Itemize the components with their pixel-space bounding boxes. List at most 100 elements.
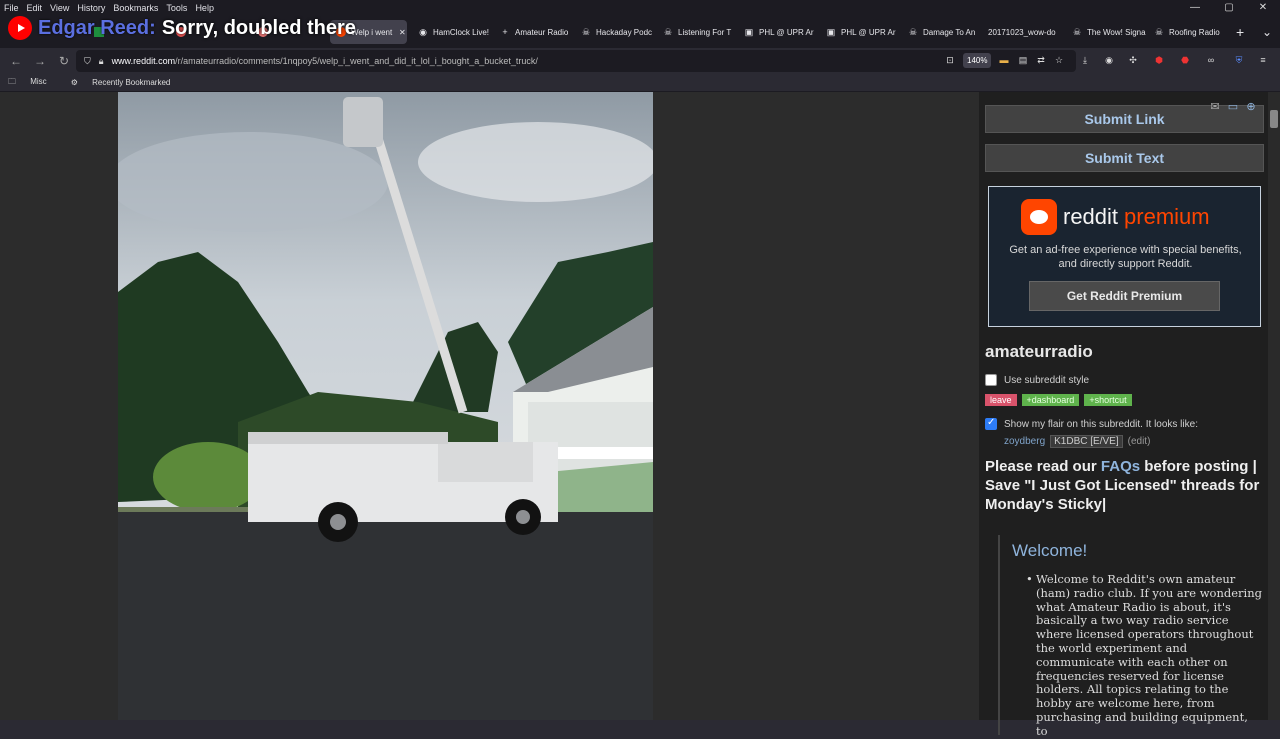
forward-arrow-icon[interactable]: →	[28, 54, 52, 68]
tab-listening[interactable]: ☠ Listening For T	[657, 20, 737, 44]
tab-damage[interactable]: ☠ Damage To An	[902, 20, 982, 44]
premium-description: Get an ad-free experience with special b…	[1009, 244, 1242, 270]
tab-hamclock[interactable]: ◉ HamClock Live!	[412, 20, 496, 44]
zoom-level[interactable]: 140%	[963, 53, 992, 68]
back-arrow-icon[interactable]: ←	[4, 54, 28, 68]
dashboard-button[interactable]: +dashboard	[1021, 394, 1080, 406]
minimize-button[interactable]: —	[1178, 0, 1212, 16]
premium-logo: reddit premium	[1021, 199, 1210, 235]
chat-icon[interactable]: ▭	[1226, 100, 1240, 114]
download-icon[interactable]: ⤓	[1078, 53, 1092, 67]
tab-roofing-radio[interactable]: ☠ Roofing Radio	[1148, 20, 1226, 44]
ublock-icon[interactable]: ⬢	[1152, 53, 1166, 67]
reader-icon[interactable]: ▤	[1016, 53, 1030, 67]
mail-icon[interactable]: ✉	[1208, 100, 1222, 114]
screenshot-icon[interactable]: ⊡	[943, 53, 957, 67]
get-premium-button[interactable]: Get Reddit Premium	[1029, 281, 1220, 311]
bookmark-label: Misc	[30, 76, 47, 86]
menu-help[interactable]: Help	[195, 3, 214, 13]
bucket-truck-photo	[118, 92, 653, 720]
glasses-icon[interactable]: ∞	[1204, 53, 1218, 67]
plus-icon: +	[502, 27, 508, 37]
page-icon: ▣	[744, 27, 754, 37]
sidebar-tray: ✉ ▭ ⊕	[1208, 100, 1262, 114]
flair-label: Show my flair on this subreddit. It look…	[1004, 418, 1198, 430]
hackaday-icon: ☠	[581, 27, 591, 37]
lock-icon[interactable]: 🔒︎	[99, 56, 104, 67]
bookmark-recent[interactable]: ⚙ Recently Bookmarked	[71, 78, 183, 87]
chat-overlay: Edgar Reed: Sorry, doubled there	[8, 15, 356, 41]
menu-file[interactable]: File	[4, 3, 19, 13]
hamclock-icon: ◉	[419, 27, 427, 37]
star-icon[interactable]: ☆	[1052, 53, 1066, 67]
tab-phl-1[interactable]: ▣ PHL @ UPR Ar	[738, 20, 818, 44]
menu-edit[interactable]: Edit	[27, 3, 43, 13]
tab-label: Amateur Radio	[515, 27, 569, 37]
tab-label: Listening For T	[678, 27, 732, 37]
hamburger-menu-icon[interactable]: ≡	[1256, 53, 1270, 67]
tab-wow-signal[interactable]: ☠ The Wow! Signa	[1066, 20, 1150, 44]
shield-icon[interactable]: ⛉	[84, 56, 91, 67]
close-window-button[interactable]: ✕	[1246, 0, 1280, 16]
flair-toggle-row: Show my flair on this subreddit. It look…	[985, 417, 1198, 430]
rules-text: Please read our	[985, 458, 1101, 475]
extension-icon[interactable]: ▬	[997, 53, 1011, 67]
bookmark-misc[interactable]: 🗀︎ Misc	[8, 76, 59, 90]
extensions-icon[interactable]: ✣	[1126, 53, 1140, 67]
tab-label: The Wow! Signa	[1087, 27, 1146, 37]
menu-history[interactable]: History	[77, 3, 105, 13]
welcome-heading: Welcome!	[1012, 541, 1088, 560]
translate-icon[interactable]: ⇄	[1034, 53, 1048, 67]
use-style-row: Use subreddit style	[985, 374, 1089, 386]
premium-box: reddit premium Get an ad-free experience…	[988, 186, 1261, 327]
bitwarden-icon[interactable]: ⛨	[1232, 53, 1246, 67]
faqs-link[interactable]: FAQs	[1101, 458, 1140, 475]
tab-label: Hackaday Podc	[596, 27, 653, 37]
post-image[interactable]	[118, 92, 653, 720]
scrollbar[interactable]	[1268, 92, 1280, 720]
tab-list-button[interactable]: ⌄	[1256, 20, 1276, 44]
page-content: Submit Link Submit Text reddit premium G…	[0, 92, 1280, 738]
page-icon: ▣	[826, 27, 836, 37]
tab-label: Roofing Radio	[1169, 27, 1220, 37]
rules-heading: Please read our FAQs before posting | Sa…	[985, 457, 1260, 514]
show-flair-checkbox[interactable]	[985, 417, 997, 430]
subscription-actions: leave +dashboard +shortcut	[985, 394, 1137, 406]
submit-text-button[interactable]: Submit Text	[985, 144, 1264, 172]
menu-view[interactable]: View	[50, 3, 69, 13]
flair-preview: zoydberg K1DBC [E/VE] (edit)	[1004, 435, 1150, 448]
use-style-label: Use subreddit style	[1004, 374, 1090, 386]
close-tab-icon[interactable]: ✕	[399, 28, 406, 37]
menu-tools[interactable]: Tools	[166, 3, 187, 13]
tab-wow-doc[interactable]: 20171023_wow-do	[982, 20, 1066, 44]
url-host: www.reddit.com	[111, 56, 176, 66]
menu-bar: File Edit View History Bookmarks Tools H…	[0, 0, 1280, 16]
premium-logo-reddit: reddit	[1063, 204, 1119, 229]
scrollbar-thumb[interactable]	[1270, 110, 1278, 128]
reload-icon[interactable]: ↻	[52, 54, 76, 68]
adblock-icon[interactable]: ⬣	[1178, 53, 1192, 67]
tab-hackaday-podcast[interactable]: ☠ Hackaday Podc	[575, 20, 655, 44]
youtube-icon	[8, 16, 32, 40]
shortcut-button[interactable]: +shortcut	[1084, 394, 1132, 406]
use-style-checkbox[interactable]	[985, 374, 997, 386]
maximize-button[interactable]: ▢	[1212, 0, 1246, 16]
sidebar: Submit Link Submit Text reddit premium G…	[979, 92, 1269, 738]
scroll-up-icon[interactable]: ⊕	[1244, 100, 1258, 114]
subreddit-name[interactable]: amateurradio	[985, 342, 1093, 362]
hackaday-icon: ☠	[908, 27, 918, 37]
new-tab-button[interactable]: +	[1230, 20, 1252, 44]
menu-bookmarks[interactable]: Bookmarks	[113, 3, 158, 13]
hackaday-icon: ☠	[663, 27, 673, 37]
profile-icon[interactable]: ◉	[1102, 53, 1116, 67]
flair-edit-link[interactable]: (edit)	[1128, 436, 1151, 447]
tab-label: HamClock Live!	[433, 27, 490, 37]
tab-amateur-radio[interactable]: + Amateur Radio	[494, 20, 574, 44]
leave-button[interactable]: leave	[985, 394, 1017, 406]
tab-label: PHL @ UPR Ar	[759, 27, 814, 37]
url-bar[interactable]: ⛉ 🔒︎ www.reddit.com /r/amateurradio/comm…	[76, 50, 1076, 72]
tab-label: Damage To An	[923, 27, 976, 37]
flair-username[interactable]: zoydberg	[1004, 436, 1045, 447]
bookmarks-bar: 🗀︎ Misc ⚙ Recently Bookmarked	[0, 74, 1280, 92]
tab-phl-2[interactable]: ▣ PHL @ UPR Ar	[820, 20, 900, 44]
